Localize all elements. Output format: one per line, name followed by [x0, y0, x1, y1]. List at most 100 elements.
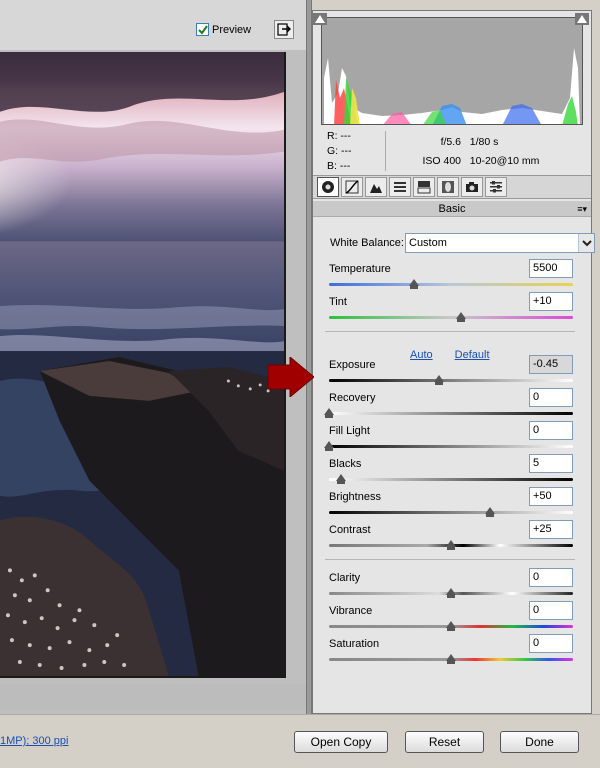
- contrast-label: Contrast: [329, 524, 371, 536]
- dialog-footer: 1MP); 300 ppi Open Copy Reset Done: [0, 714, 600, 768]
- recovery-thumb[interactable]: [324, 408, 334, 418]
- panel-tabs: [313, 175, 591, 199]
- preview-label: Preview: [212, 23, 252, 36]
- highlight-clipping-toggle[interactable]: [575, 13, 589, 25]
- recovery-track[interactable]: [329, 412, 573, 415]
- triangle-up-icon: [577, 15, 587, 23]
- temperature-thumb[interactable]: [409, 279, 420, 289]
- lens: 10-20@10 mm: [469, 155, 540, 167]
- section-divider: [325, 559, 575, 560]
- clarity-input[interactable]: 0: [529, 568, 573, 587]
- shutter-speed: 1/80 s: [469, 136, 499, 148]
- white-balance-select[interactable]: Custom: [405, 233, 595, 253]
- g-label: G:: [327, 145, 339, 157]
- default-link[interactable]: Default: [455, 349, 490, 361]
- blacks-label: Blacks: [329, 458, 362, 470]
- lens-icon: [442, 181, 454, 193]
- fill-light-label: Fill Light: [329, 425, 370, 437]
- blacks-input[interactable]: 5: [529, 454, 573, 473]
- brightness-input[interactable]: +50: [529, 487, 573, 506]
- tab-presets[interactable]: [485, 177, 507, 197]
- shadow-clipping-toggle[interactable]: [313, 13, 327, 25]
- auto-default-links: Auto Default: [410, 349, 490, 361]
- clarity-thumb[interactable]: [446, 588, 456, 598]
- blacks-track[interactable]: [329, 478, 573, 481]
- detail-icon: [370, 184, 382, 193]
- vibrance-input[interactable]: 0: [529, 601, 573, 620]
- blacks-thumb[interactable]: [336, 474, 347, 484]
- aperture: f/5.6: [440, 136, 461, 148]
- presets-icon: [490, 181, 502, 193]
- r-value: ---: [340, 130, 351, 142]
- exposure-thumb[interactable]: [433, 375, 444, 385]
- exposure-track[interactable]: [329, 379, 573, 382]
- photo-preview: [0, 52, 286, 678]
- tab-tone-curve[interactable]: [341, 177, 363, 197]
- check-icon: [197, 24, 208, 35]
- done-button[interactable]: Done: [500, 731, 579, 753]
- seascape-photo: [0, 52, 284, 676]
- contrast-input[interactable]: +25: [529, 520, 573, 539]
- r-label: R:: [327, 130, 338, 142]
- section-divider: [325, 331, 575, 332]
- preview-checkbox[interactable]: [196, 23, 209, 36]
- chevron-down-icon: [578, 234, 594, 252]
- tint-thumb[interactable]: [455, 312, 466, 322]
- preview-toggle[interactable]: Preview: [196, 23, 251, 36]
- reset-button[interactable]: Reset: [405, 731, 484, 753]
- panel-menu-icon[interactable]: ≡▾: [577, 201, 587, 217]
- tone-curve-icon: [345, 180, 359, 194]
- adjustments-panel: R: --- G: --- B: --- f/5.6 1/80 s ISO 40…: [312, 10, 595, 714]
- brightness-thumb[interactable]: [485, 507, 496, 517]
- tab-detail[interactable]: [365, 177, 387, 197]
- hsl-icon: [394, 182, 406, 192]
- fullscreen-icon: [277, 23, 291, 36]
- exposure-input[interactable]: -0.45: [529, 355, 573, 374]
- fill-light-input[interactable]: 0: [529, 421, 573, 440]
- white-balance-label: White Balance:: [330, 237, 404, 249]
- tint-track[interactable]: [329, 316, 573, 319]
- tab-hsl[interactable]: [389, 177, 411, 197]
- g-value: ---: [341, 145, 352, 157]
- temperature-input[interactable]: 5500: [529, 259, 573, 278]
- contrast-thumb[interactable]: [446, 540, 456, 550]
- tab-lens-corrections[interactable]: [437, 177, 459, 197]
- split-toning-icon: [417, 181, 431, 194]
- workflow-options-link[interactable]: 1MP); 300 ppi: [0, 735, 68, 747]
- section-header: Basic ≡▾: [313, 201, 591, 217]
- exposure-label: Exposure: [329, 359, 376, 371]
- camera-info: R: --- G: --- B: --- f/5.6 1/80 s ISO 40…: [321, 129, 583, 173]
- preview-toolbar: Preview: [0, 0, 306, 50]
- temperature-label: Temperature: [329, 263, 391, 275]
- section-title: Basic: [438, 203, 466, 215]
- vibrance-thumb[interactable]: [446, 621, 456, 631]
- tab-basic[interactable]: [317, 177, 339, 197]
- white-balance-row: White Balance: Custom: [330, 233, 595, 253]
- temperature-track[interactable]: [329, 283, 573, 286]
- histogram-graph: [322, 18, 582, 124]
- tint-input[interactable]: +10: [529, 292, 573, 311]
- vibrance-label: Vibrance: [329, 605, 373, 617]
- clarity-label: Clarity: [329, 572, 361, 584]
- white-balance-value: Custom: [409, 237, 447, 249]
- auto-link[interactable]: Auto: [410, 349, 433, 361]
- recovery-input[interactable]: 0: [529, 388, 573, 407]
- open-copy-button[interactable]: Open Copy: [294, 731, 388, 753]
- saturation-input[interactable]: 0: [529, 634, 573, 653]
- annotation-arrow-icon: [268, 357, 314, 397]
- triangle-up-icon: [315, 15, 325, 23]
- fullscreen-toggle-button[interactable]: [274, 20, 294, 39]
- iso: ISO 400: [422, 155, 461, 167]
- fill-light-track[interactable]: [329, 445, 573, 448]
- fill-light-thumb[interactable]: [324, 441, 334, 451]
- camera-icon: [466, 182, 478, 192]
- b-value: ---: [339, 160, 351, 172]
- info-divider: [385, 131, 386, 171]
- aperture-icon: [322, 181, 334, 193]
- saturation-label: Saturation: [329, 638, 380, 650]
- brightness-track[interactable]: [329, 511, 573, 514]
- saturation-thumb[interactable]: [446, 654, 456, 664]
- tab-split-toning[interactable]: [413, 177, 435, 197]
- tab-camera-calibration[interactable]: [461, 177, 483, 197]
- exif-info: f/5.6 1/80 s ISO 400 10-20@10 mm: [411, 133, 539, 171]
